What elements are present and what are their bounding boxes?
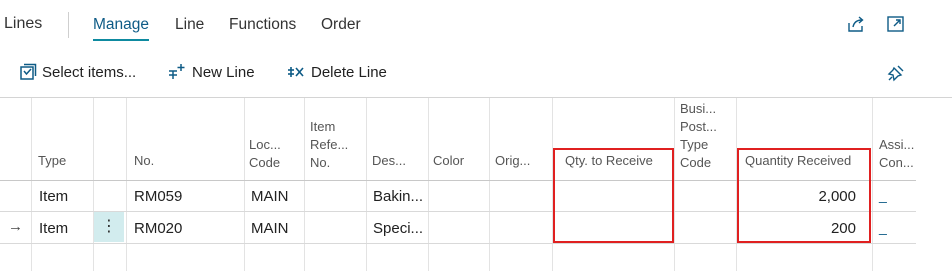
cell-no[interactable]: RM059 [134, 187, 182, 207]
tab-order[interactable]: Order [321, 16, 361, 34]
col-header-description[interactable]: Des... [372, 152, 406, 170]
col-header-assi-con[interactable]: Assi... Con... [879, 136, 914, 172]
col-header-loc-code[interactable]: Loc... Code [249, 136, 281, 172]
col-header-orig[interactable]: Orig... [495, 152, 530, 170]
new-line-button[interactable]: New Line [168, 63, 260, 83]
cell-description[interactable]: Bakin... [373, 187, 423, 207]
pin-icon[interactable] [886, 63, 906, 83]
select-items-label: Select items... [42, 64, 137, 81]
share-icon[interactable] [846, 14, 866, 34]
delete-line-button[interactable]: Delete Line [287, 63, 393, 83]
cell-type[interactable]: Item [39, 219, 68, 239]
col-header-item-ref-no[interactable]: Item Refe... No. [310, 118, 348, 172]
col-header-bus-post-type[interactable]: Busi... Post... Type Code [680, 100, 717, 172]
page-title: Lines [4, 15, 43, 32]
delete-line-icon [287, 63, 305, 81]
row-actions-menu-icon[interactable]: ⋮ [94, 212, 124, 242]
cell-no[interactable]: RM020 [134, 219, 182, 239]
tab-manage[interactable]: Manage [93, 16, 150, 41]
col-header-type[interactable]: Type [38, 152, 66, 170]
new-line-label: New Line [192, 64, 255, 81]
cell-location[interactable]: MAIN [251, 187, 289, 207]
header-divider [68, 12, 69, 38]
cell-type[interactable]: Item [39, 187, 68, 207]
cell-assi-con[interactable]: _ [879, 187, 887, 203]
current-row-arrow-icon: → [8, 218, 23, 235]
quantity-received-highlight [737, 148, 871, 243]
new-line-icon [168, 63, 186, 81]
tab-functions[interactable]: Functions [229, 16, 296, 34]
col-header-color[interactable]: Color [433, 152, 464, 170]
qty-to-receive-highlight [553, 148, 674, 243]
select-items-button[interactable]: Select items... [19, 63, 139, 83]
tab-line[interactable]: Line [175, 16, 204, 34]
delete-line-label: Delete Line [311, 64, 387, 81]
cell-assi-con[interactable]: _ [879, 219, 887, 235]
cell-description[interactable]: Speci... [373, 219, 423, 239]
expand-icon[interactable] [886, 14, 906, 34]
select-items-icon [19, 63, 37, 81]
cell-location[interactable]: MAIN [251, 219, 289, 239]
lines-header: Lines Manage Line Functions Order [0, 0, 952, 48]
col-header-no[interactable]: No. [134, 152, 154, 170]
lines-grid: Type No. Loc... Code Item Refe... No. De… [0, 97, 952, 271]
